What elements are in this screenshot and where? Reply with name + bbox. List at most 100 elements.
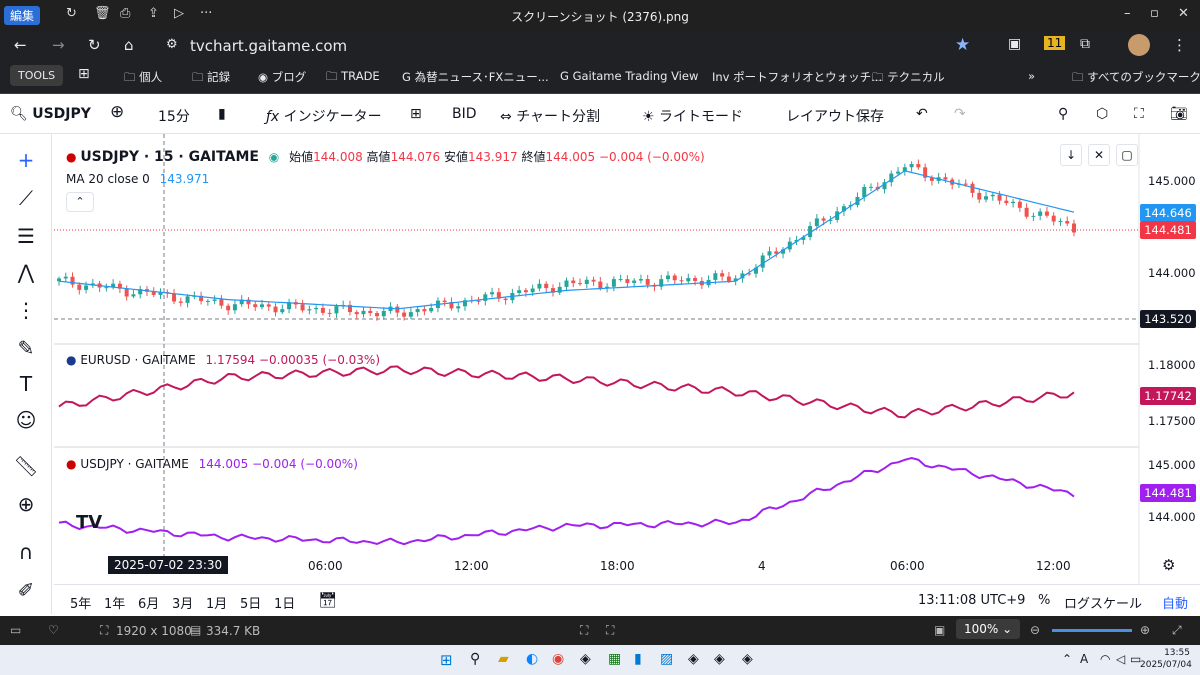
ime-icon[interactable]: A bbox=[1080, 652, 1088, 666]
search-icon[interactable]: ⚲ bbox=[470, 651, 480, 667]
extension-icon[interactable]: ▣ bbox=[1008, 36, 1021, 52]
favorite-icon[interactable]: ♡ bbox=[48, 623, 59, 637]
bookmark-tools[interactable]: TOOLS bbox=[10, 65, 64, 86]
magnet-icon[interactable]: ∩ bbox=[12, 538, 40, 566]
compare-add-icon[interactable]: ⊕ bbox=[110, 102, 124, 122]
range-1m[interactable]: 1月 bbox=[206, 593, 227, 612]
clock[interactable]: 13:11:08 UTC+9 bbox=[918, 593, 1025, 608]
eurusd-legend[interactable]: ● EURUSD · GAITAME 1.17594 −0.00035 (−0.… bbox=[66, 353, 380, 367]
start-icon[interactable]: ⊞ bbox=[440, 651, 453, 669]
trendline-icon[interactable]: ⟋ bbox=[12, 184, 40, 212]
clock-time[interactable]: 13:55 bbox=[1154, 648, 1190, 658]
log-scale-toggle[interactable]: ログスケール bbox=[1064, 593, 1142, 612]
reload-icon[interactable]: ↻ bbox=[88, 36, 101, 54]
site-info-icon[interactable]: ⚙ bbox=[166, 37, 178, 52]
percent-toggle[interactable]: % bbox=[1038, 593, 1050, 608]
close-icon[interactable]: ✕ bbox=[1178, 6, 1189, 21]
app-icon[interactable]: ▦ bbox=[608, 651, 621, 667]
photos-icon[interactable]: ▨ bbox=[660, 651, 673, 667]
app-icon[interactable]: ▮ bbox=[634, 651, 642, 667]
pattern-icon[interactable]: ⋀ bbox=[12, 258, 40, 286]
collapse-pane-icon[interactable]: ✕ bbox=[1088, 144, 1110, 166]
apps-grid-icon[interactable]: ⊞ bbox=[78, 66, 90, 82]
save-layout-button[interactable]: レイアウト保存 bbox=[786, 106, 884, 126]
quick-search-icon[interactable]: ⚲ bbox=[1058, 106, 1068, 122]
filmstrip-icon[interactable]: ▭ bbox=[10, 623, 21, 637]
projection-icon[interactable]: ⋮ bbox=[12, 296, 40, 324]
symbol-search[interactable]: 🔍︎ USDJPY bbox=[10, 106, 91, 122]
goto-date-icon[interactable]: 📅︎ bbox=[318, 591, 337, 609]
actual-size-icon[interactable]: ▣ bbox=[934, 623, 945, 637]
volume-icon[interactable]: ◁ bbox=[1116, 652, 1125, 666]
main-symbol-title[interactable]: USDJPY · 15 · GAITAME bbox=[80, 149, 259, 165]
range-6m[interactable]: 6月 bbox=[138, 593, 159, 612]
collapse-legend-icon[interactable]: ⌃ bbox=[66, 192, 94, 212]
forward-icon[interactable]: → bbox=[52, 36, 65, 54]
ruler-icon[interactable]: 📏︎ bbox=[12, 452, 40, 480]
app-icon[interactable]: ◈ bbox=[580, 651, 591, 667]
bookmark-folder-records[interactable]: 🗀 記録 bbox=[192, 69, 230, 89]
emoji-icon[interactable]: ☺ bbox=[12, 406, 40, 434]
bid-button[interactable]: BID bbox=[452, 106, 477, 122]
chrome-icon[interactable]: ◉ bbox=[552, 651, 564, 667]
range-5d[interactable]: 5日 bbox=[240, 593, 261, 612]
bookmarks-overflow-icon[interactable]: » bbox=[1028, 69, 1035, 83]
app-icon[interactable]: ◈ bbox=[742, 651, 753, 667]
indicators-button[interactable]: ƒx インジケーター bbox=[266, 106, 382, 126]
bookmark-blog[interactable]: ◉ ブログ bbox=[258, 69, 306, 85]
app-icon[interactable]: ◈ bbox=[688, 651, 699, 667]
maximize-pane-icon[interactable]: ▢ bbox=[1116, 144, 1138, 166]
tray-expand-icon[interactable]: ⌃ bbox=[1062, 652, 1072, 666]
calendar-extension-icon[interactable]: 11 bbox=[1044, 36, 1066, 50]
screenshot-icon[interactable]: 📷︎ bbox=[1170, 106, 1188, 122]
candle-type-icon[interactable]: ▮ bbox=[218, 106, 226, 122]
avatar[interactable] bbox=[1128, 34, 1150, 56]
range-1y[interactable]: 1年 bbox=[104, 593, 125, 612]
zoom-in-icon[interactable]: ⊕ bbox=[1140, 623, 1150, 637]
auto-scale-toggle[interactable]: 自動 bbox=[1162, 593, 1188, 612]
clock-date[interactable]: 2025/07/04 bbox=[1140, 660, 1192, 670]
fit-icon[interactable]: ⛶ bbox=[606, 623, 614, 638]
bookmark-folder-personal[interactable]: 🗀 個人 bbox=[124, 69, 162, 89]
home-icon[interactable]: ⌂ bbox=[124, 36, 134, 54]
app-icon[interactable]: ◈ bbox=[714, 651, 725, 667]
bookmark-fx-news[interactable]: G 為替ニュース･FXニュー... bbox=[402, 69, 549, 85]
lock-icon[interactable]: ✐ bbox=[12, 576, 40, 604]
zoom-in-icon[interactable]: ⊕ bbox=[12, 490, 40, 518]
settings-icon[interactable]: ⬡ bbox=[1096, 106, 1108, 122]
chart-settings-icon[interactable]: ⚙ bbox=[1162, 556, 1175, 574]
crosshair-icon[interactable]: + bbox=[12, 146, 40, 174]
interval-button[interactable]: 15分 bbox=[158, 106, 190, 126]
extensions-icon[interactable]: ⧉ bbox=[1080, 36, 1090, 52]
range-1d[interactable]: 1日 bbox=[274, 593, 295, 612]
horizontal-lines-icon[interactable]: ☰ bbox=[12, 222, 40, 250]
maximize-icon[interactable]: ▫ bbox=[1150, 6, 1159, 21]
wifi-icon[interactable]: ◠ bbox=[1100, 652, 1110, 666]
price-chart[interactable]: TV bbox=[54, 134, 1200, 616]
bookmark-gaitame-tv[interactable]: G Gaitame Trading View bbox=[560, 69, 698, 83]
url-field[interactable]: tvchart.gaitame.com bbox=[190, 37, 347, 55]
minimize-icon[interactable]: – bbox=[1124, 6, 1131, 21]
fullscreen-icon[interactable]: ⤢ bbox=[1172, 623, 1182, 638]
edge-icon[interactable]: ◐ bbox=[526, 651, 538, 667]
chart-split-button[interactable]: ⇔ チャート分割 bbox=[500, 106, 600, 126]
bookmark-portfolio[interactable]: Inv ポートフォリオとウォッチ... bbox=[712, 69, 882, 85]
crop-icon[interactable]: ⛶ bbox=[580, 623, 588, 638]
light-mode-button[interactable]: ☀ ライトモード bbox=[642, 106, 743, 126]
zoom-select[interactable]: 100% ⌄ bbox=[956, 619, 1021, 639]
move-down-icon[interactable]: ↓ bbox=[1060, 144, 1082, 166]
redo-icon[interactable]: ↷ bbox=[954, 106, 966, 122]
menu-icon[interactable]: ⋮ bbox=[1172, 36, 1187, 54]
bookmark-all[interactable]: 🗀 すべてのブックマーク bbox=[1072, 69, 1200, 89]
fullscreen-icon[interactable]: ⛶ bbox=[1134, 106, 1144, 122]
zoom-slider[interactable] bbox=[1052, 629, 1132, 632]
range-5y[interactable]: 5年 bbox=[70, 593, 91, 612]
explorer-icon[interactable]: ▰ bbox=[498, 651, 509, 667]
brush-icon[interactable]: ✎ bbox=[12, 334, 40, 362]
range-3m[interactable]: 3月 bbox=[172, 593, 193, 612]
usdjpy-compare-legend[interactable]: ● USDJPY · GAITAME 144.005 −0.004 (−0.00… bbox=[66, 457, 358, 471]
bookmark-star-icon[interactable]: ★ bbox=[955, 35, 970, 55]
zoom-out-icon[interactable]: ⊖ bbox=[1030, 623, 1040, 637]
text-icon[interactable]: T bbox=[12, 370, 40, 398]
templates-icon[interactable]: ⊞ bbox=[410, 106, 422, 122]
